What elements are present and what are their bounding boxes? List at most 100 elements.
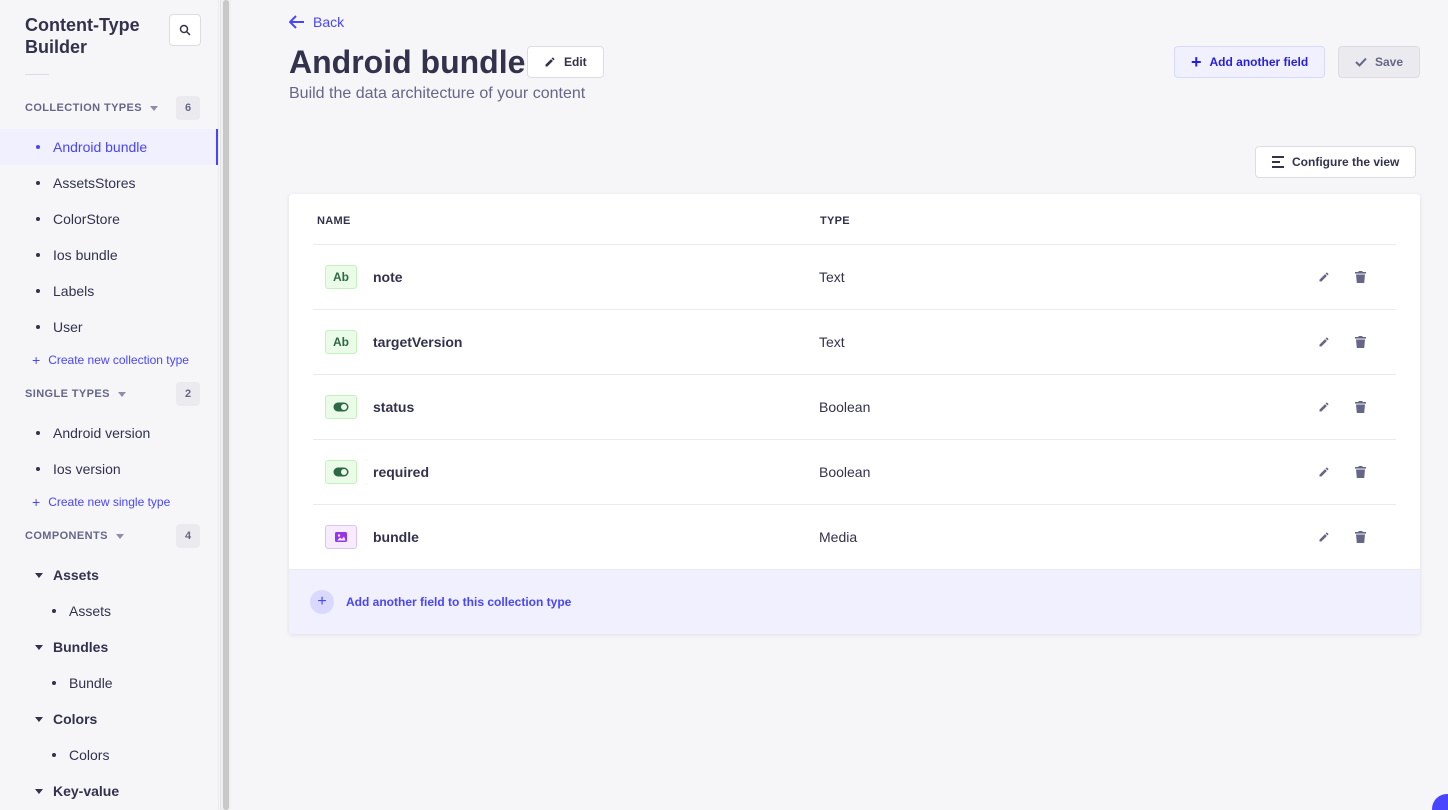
sidebar-item-labels[interactable]: Labels <box>0 273 218 309</box>
text-icon: Ab <box>325 265 357 289</box>
pencil-icon <box>1319 272 1329 282</box>
delete-field-button[interactable] <box>1352 399 1368 415</box>
configure-view-button[interactable]: Configure the view <box>1255 146 1417 178</box>
create-single-label: Create new single type <box>48 495 171 509</box>
delete-field-button[interactable] <box>1352 334 1368 350</box>
component-item-bundle[interactable]: Bundle <box>0 665 218 701</box>
bullet-icon <box>36 289 40 293</box>
field-type: Media <box>819 529 858 545</box>
boolean-icon <box>325 395 357 419</box>
bullet-icon <box>52 609 56 613</box>
section-single-types[interactable]: SINGLE TYPES 2 <box>25 382 200 406</box>
search-icon <box>179 24 191 36</box>
component-group-bundles[interactable]: Bundles <box>0 629 218 665</box>
sidebar-item-label: Ios bundle <box>53 247 118 263</box>
layout-icon <box>1272 156 1284 168</box>
section-title-single: SINGLE TYPES <box>25 388 110 400</box>
table-row: Ab note Text <box>313 245 1396 310</box>
bullet-icon <box>52 753 56 757</box>
sidebar-title: Content-Type Builder <box>25 15 140 57</box>
sidebar-scrollbar[interactable] <box>220 0 231 810</box>
create-single-type-link[interactable]: + Create new single type <box>32 492 170 512</box>
pencil-icon <box>1319 337 1329 347</box>
column-header-type: TYPE <box>820 215 850 227</box>
bullet-icon <box>36 467 40 471</box>
boolean-icon <box>325 460 357 484</box>
edit-button[interactable]: Edit <box>527 46 604 78</box>
configure-label: Configure the view <box>1292 155 1400 169</box>
field-name: status <box>373 399 415 415</box>
table-row: Ab targetVersion Text <box>313 310 1396 375</box>
save-button[interactable]: Save <box>1338 46 1420 78</box>
section-components[interactable]: COMPONENTS 4 <box>25 524 200 548</box>
sidebar-item-colorstore[interactable]: ColorStore <box>0 201 218 237</box>
sidebar-item-ios-version[interactable]: Ios version <box>0 451 218 487</box>
back-link[interactable]: Back <box>289 14 344 30</box>
trash-icon <box>1354 336 1366 348</box>
arrow-left-icon <box>289 15 304 29</box>
bullet-icon <box>36 325 40 329</box>
table-row: status Boolean <box>313 375 1396 440</box>
bullet-icon <box>36 253 40 257</box>
bullet-icon <box>52 681 56 685</box>
section-title-collection: COLLECTION TYPES <box>25 102 143 114</box>
table-row: required Boolean <box>313 440 1396 505</box>
delete-field-button[interactable] <box>1352 269 1368 285</box>
component-group-colors[interactable]: Colors <box>0 701 218 737</box>
sidebar-item-user[interactable]: User <box>0 309 218 345</box>
caret-down-icon <box>35 644 43 650</box>
sidebar-item-assetsstores[interactable]: AssetsStores <box>0 165 218 201</box>
component-item-label: Bundle <box>69 675 113 691</box>
component-group-assets[interactable]: Assets <box>0 557 218 593</box>
page-subtitle: Build the data architecture of your cont… <box>289 85 586 102</box>
bullet-icon <box>36 431 40 435</box>
delete-field-button[interactable] <box>1352 529 1368 545</box>
caret-down-icon <box>35 572 43 578</box>
bullet-icon <box>36 145 40 149</box>
edit-field-button[interactable] <box>1316 269 1332 285</box>
edit-field-button[interactable] <box>1316 399 1332 415</box>
component-item-label: Assets <box>69 603 112 619</box>
add-field-footer-button[interactable]: + Add another field to this collection t… <box>289 569 1420 634</box>
field-name: bundle <box>373 529 419 545</box>
sidebar-item-android-bundle[interactable]: Android bundle <box>0 129 218 165</box>
edit-field-button[interactable] <box>1316 464 1332 480</box>
pencil-icon <box>545 57 555 67</box>
pencil-icon <box>1319 402 1329 412</box>
sidebar-item-android-version[interactable]: Android version <box>0 415 218 451</box>
back-label: Back <box>313 14 345 30</box>
sidebar-search-button[interactable] <box>169 14 201 46</box>
add-another-field-button[interactable]: + Add another field <box>1174 46 1326 78</box>
trash-icon <box>1354 466 1366 478</box>
collection-count-badge: 6 <box>176 96 200 120</box>
edit-field-button[interactable] <box>1316 529 1332 545</box>
scrollbar-thumb[interactable] <box>223 0 229 810</box>
edit-field-button[interactable] <box>1316 334 1332 350</box>
sidebar-item-ios-bundle[interactable]: Ios bundle <box>0 237 218 273</box>
caret-down-icon <box>150 105 159 111</box>
trash-icon <box>1354 401 1366 413</box>
text-icon: Ab <box>325 330 357 354</box>
field-type: Boolean <box>819 464 871 480</box>
section-collection-types[interactable]: COLLECTION TYPES 6 <box>25 96 200 120</box>
create-collection-type-link[interactable]: + Create new collection type <box>32 350 189 370</box>
caret-down-icon <box>115 533 124 539</box>
sidebar-item-label: Android bundle <box>53 139 148 155</box>
caret-down-icon <box>35 716 43 722</box>
component-group-label: Key-value <box>53 783 120 799</box>
add-field-label: Add another field <box>1209 55 1309 69</box>
component-group-label: Assets <box>53 567 99 583</box>
trash-icon <box>1354 531 1366 543</box>
plus-icon: + <box>32 352 41 368</box>
component-group-key-value[interactable]: Key-value <box>0 773 218 809</box>
sidebar-item-label: AssetsStores <box>53 175 136 191</box>
pencil-icon <box>1319 467 1329 477</box>
component-item-assets[interactable]: Assets <box>0 593 218 629</box>
sidebar-item-label: ColorStore <box>53 211 120 227</box>
field-type: Text <box>819 334 845 350</box>
add-field-footer-label: Add another field to this collection typ… <box>346 595 572 609</box>
component-item-colors[interactable]: Colors <box>0 737 218 773</box>
check-icon <box>1355 57 1367 67</box>
delete-field-button[interactable] <box>1352 464 1368 480</box>
component-group-label: Bundles <box>53 639 109 655</box>
